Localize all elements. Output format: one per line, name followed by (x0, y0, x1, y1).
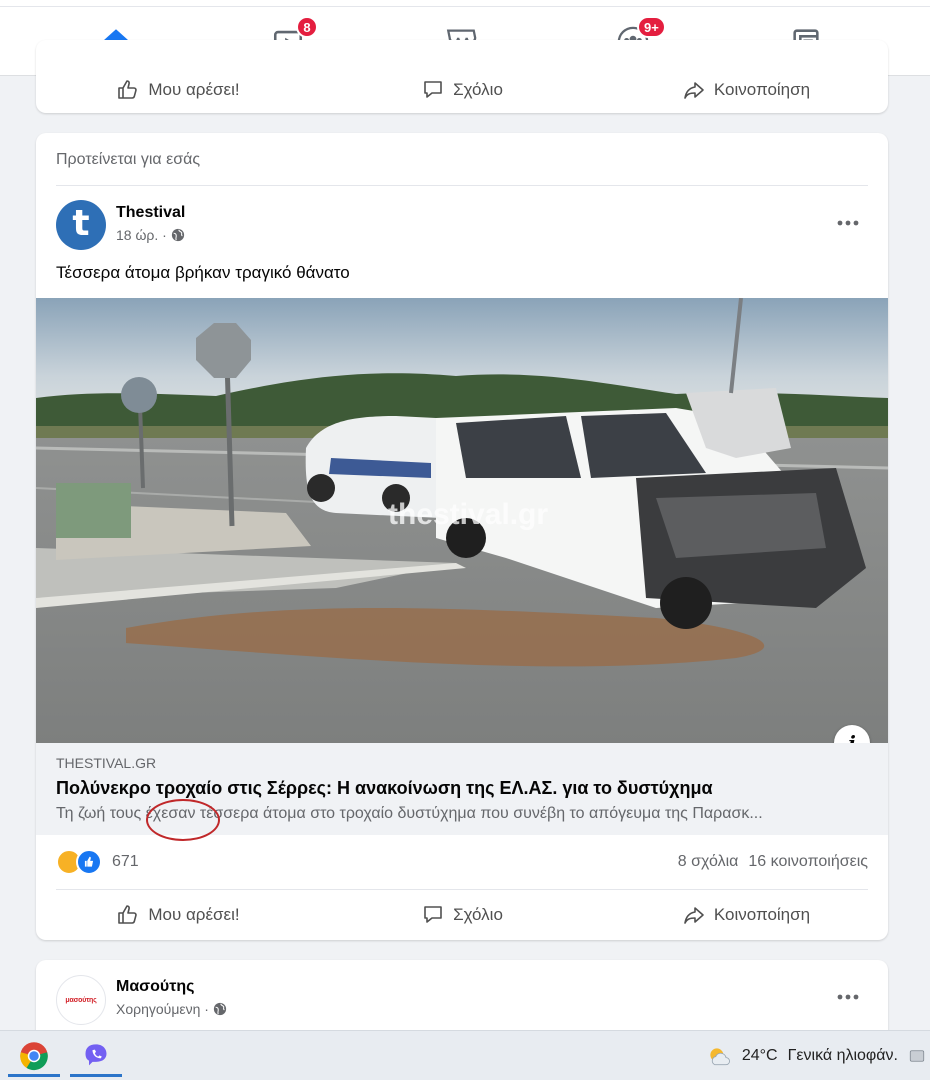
comment-button[interactable]: Σχόλιο (320, 67, 604, 113)
weather-temperature[interactable]: 24°C (742, 1047, 778, 1065)
previous-post-actions: Μου αρέσει! Σχόλιο Κοινοποίηση (36, 67, 888, 113)
avatar-letter: t (72, 202, 90, 244)
sponsor-author[interactable]: Μασούτης (116, 978, 194, 996)
engagement-stats: 8 σχόλια 16 κοινοποιήσεις (678, 853, 868, 871)
page-avatar[interactable]: t (56, 200, 106, 250)
post-time[interactable]: 18 ώρ. · (116, 227, 167, 243)
weather-description[interactable]: Γενικά ηλιοφάν. (788, 1047, 898, 1065)
link-domain: THESTIVAL.GR (56, 755, 157, 771)
like-label: Μου αρέσει! (148, 80, 240, 99)
link-title[interactable]: Πολύνεκρο τροχαίο στις Σέρρες: Η ανακοίν… (56, 778, 713, 799)
more-options-button[interactable] (836, 985, 860, 1009)
more-options-button[interactable] (836, 211, 860, 235)
previous-post-card: Μου αρέσει! Σχόλιο Κοινοποίηση (36, 40, 888, 113)
share-count[interactable]: 16 κοινοποιήσεις (748, 853, 868, 871)
like-button[interactable]: Μου αρέσει! (36, 67, 320, 113)
share-icon (684, 82, 704, 99)
taskbar-chrome[interactable] (8, 1035, 60, 1077)
comment-label: Σχόλιο (453, 905, 503, 924)
actions-divider (56, 889, 868, 890)
comment-icon (424, 906, 442, 923)
sponsored-label[interactable]: Χορηγούμενη · (116, 1001, 209, 1017)
share-icon (684, 907, 704, 924)
post-photo[interactable]: thestival.gr (36, 298, 888, 743)
reaction-count: 671 (112, 853, 139, 870)
share-button[interactable]: Κοινοποίηση (604, 67, 888, 113)
share-label: Κοινοποίηση (713, 80, 811, 99)
photo-watermark: thestival.gr (388, 498, 548, 531)
like-label: Μου αρέσει! (148, 905, 240, 924)
post-author[interactable]: Thestival (116, 204, 185, 222)
share-label: Κοινοποίηση (713, 905, 811, 924)
chrome-active-indicator (8, 1074, 60, 1077)
like-button[interactable]: Μου αρέσει! (36, 892, 320, 938)
post-meta: 18 ώρ. · (116, 227, 185, 243)
post-actions: Μου αρέσει! Σχόλιο Κοινοποίηση (36, 892, 888, 938)
annotation-circle (146, 799, 220, 841)
globe-icon (213, 1002, 227, 1016)
reaction-icons (56, 849, 104, 875)
reactions-summary[interactable]: 671 (56, 847, 139, 877)
more-icon (837, 994, 859, 1000)
header-divider (56, 185, 868, 186)
like-reaction-icon (76, 849, 102, 875)
taskbar: 24°C Γενικά ηλιοφάν. (0, 1030, 930, 1080)
thumbs-up-icon (118, 905, 138, 924)
comment-label: Σχόλιο (453, 80, 503, 99)
sponsor-avatar[interactable]: μασούτης (56, 975, 106, 1025)
suggested-post-card: Προτείνεται για εσάς t Thestival 18 ώρ. … (36, 133, 888, 940)
post-text: Τέσσερα άτομα βρήκαν τραγικό θάνατο (56, 263, 350, 282)
chrome-icon (20, 1042, 48, 1071)
groups-badge: 9+ (637, 16, 666, 38)
viber-icon (85, 1044, 107, 1066)
sponsor-meta: Χορηγούμενη · (116, 1001, 227, 1017)
system-tray: 24°C Γενικά ηλιοφάν. (706, 1031, 930, 1080)
watch-badge: 8 (296, 16, 318, 38)
globe-icon (171, 228, 184, 242)
crash-scene-illustration: thestival.gr (36, 298, 888, 743)
notification-icon[interactable] (908, 1047, 926, 1065)
thumbs-up-icon (118, 80, 138, 99)
comment-icon (424, 81, 442, 98)
top-divider (0, 6, 930, 7)
comment-button[interactable]: Σχόλιο (320, 892, 604, 938)
taskbar-viber[interactable] (70, 1035, 122, 1077)
partly-sunny-icon[interactable] (706, 1043, 732, 1069)
sponsor-logo-text: μασούτης (65, 996, 97, 1004)
suggested-label: Προτείνεται για εσάς (56, 151, 201, 168)
share-button[interactable]: Κοινοποίηση (604, 892, 888, 938)
comment-count[interactable]: 8 σχόλια (678, 853, 739, 871)
more-icon (837, 220, 859, 226)
viber-active-indicator (70, 1074, 122, 1077)
